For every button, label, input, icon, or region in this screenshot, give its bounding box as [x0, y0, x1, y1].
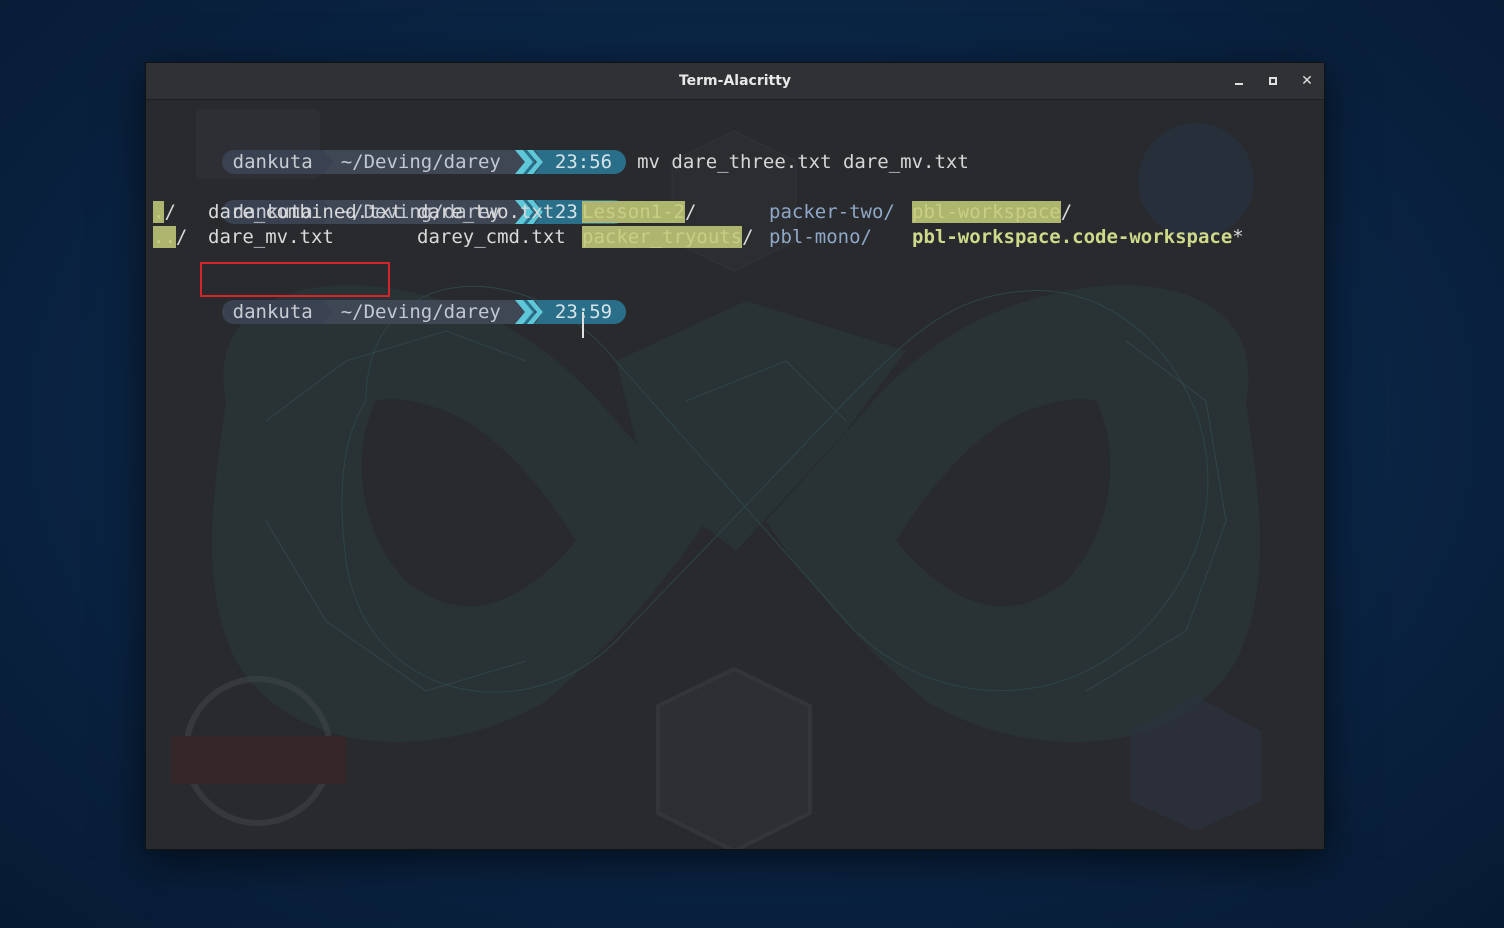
ls-entry: pbl-mono/	[769, 226, 872, 248]
maximize-icon	[1269, 77, 1277, 85]
ls-entry: dare_mv.txt	[208, 226, 334, 248]
ls-entry-dir: pbl-workspace/	[912, 200, 1072, 225]
maximize-button[interactable]	[1263, 71, 1283, 91]
prompt-user: dankuta	[221, 150, 323, 174]
ls-entry: .	[153, 201, 165, 223]
ls-suffix: /	[164, 201, 176, 223]
close-button[interactable]: ✕	[1297, 71, 1317, 91]
ls-entry-exe: pbl-workspace.code-workspace*	[912, 225, 1244, 250]
prompt-path: ~/Deving/darey	[322, 300, 515, 324]
prompt-line-2: dankuta ~/Deving/darey 23:59 ls	[153, 175, 660, 224]
prompt-path: ~/Deving/darey	[322, 150, 515, 174]
ls-entry: packer_tryouts	[582, 226, 743, 248]
titlebar[interactable]: Term-Alacritty ✕	[146, 63, 1324, 100]
ls-entry: pbl-workspace.code-workspace	[912, 226, 1233, 248]
terminal-body[interactable]: dankuta ~/Deving/darey 23:56 mv dare_thr…	[146, 101, 1324, 849]
ls-entry-dir: packer_tryouts/	[582, 225, 754, 250]
ls-entry: packer-two/	[769, 201, 895, 223]
ls-suffix: *	[1232, 226, 1244, 248]
chevron-icon	[514, 300, 545, 324]
ls-entry: ..	[153, 226, 176, 248]
ls-row-1-dot: ./	[153, 200, 176, 225]
prompt-time: 23:59	[544, 300, 627, 324]
prompt-time: 23:56	[544, 150, 627, 174]
ls-suffix: /	[1060, 201, 1073, 223]
window-title: Term-Alacritty	[678, 73, 792, 89]
close-icon: ✕	[1301, 73, 1313, 89]
text-cursor	[582, 312, 584, 338]
ls-entry-dir: Lesson1-2/	[582, 200, 696, 225]
ls-entry: dare_combined.txt	[208, 201, 403, 223]
ls-entry: dare_two.txt	[417, 201, 555, 223]
prompt-line-3: dankuta ~/Deving/darey 23:59	[153, 275, 637, 324]
ls-row-2-dotdot: ../	[153, 225, 187, 250]
prompt-line-1: dankuta ~/Deving/darey 23:56 mv dare_thr…	[153, 125, 969, 174]
ls-suffix: /	[175, 226, 188, 248]
ls-entry: Lesson1-2	[582, 201, 685, 223]
ls-entry: darey_cmd.txt	[417, 226, 566, 248]
prompt: dankuta ~/Deving/darey 23:56	[221, 150, 627, 174]
ls-entry: pbl-workspace	[912, 201, 1061, 223]
prompt-user: dankuta	[221, 300, 323, 324]
minimize-button[interactable]	[1229, 71, 1249, 91]
terminal-window: Term-Alacritty ✕ dankuta ~/Deving/darey …	[145, 62, 1325, 850]
command-text: mv dare_three.txt dare_mv.txt	[637, 151, 969, 173]
minimize-icon	[1235, 83, 1243, 85]
ls-suffix: /	[684, 201, 697, 223]
prompt: dankuta ~/Deving/darey 23:59	[221, 300, 627, 324]
ls-suffix: /	[742, 226, 754, 248]
chevron-icon	[514, 150, 545, 174]
